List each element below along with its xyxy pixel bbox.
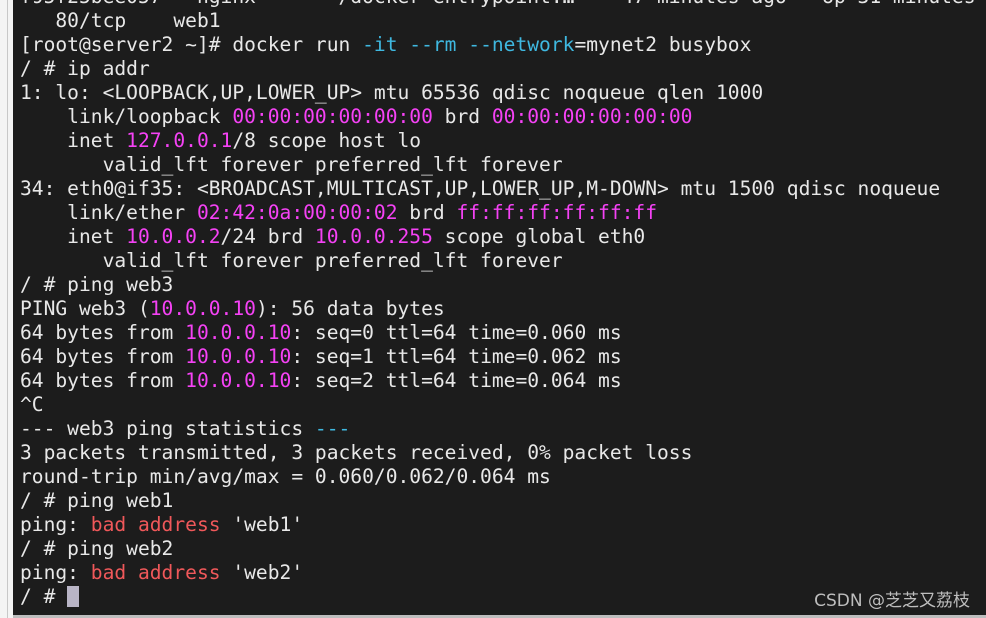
terminal-line: 80/tcp web1: [20, 9, 976, 33]
terminal-text-segment: inet: [20, 129, 127, 152]
terminal-text-segment: link/loopback: [20, 105, 233, 128]
terminal-line: / # ip addr: [20, 57, 976, 81]
terminal-text-segment: 1: lo: <LOOPBACK,UP,LOWER_UP> mtu 65536 …: [20, 81, 764, 104]
terminal-text-segment: valid_lft forever preferred_lft forever: [20, 153, 563, 176]
terminal-text-segment: --- web3 ping statistics: [20, 417, 315, 440]
terminal-line: PING web3 (10.0.0.10): 56 data bytes: [20, 297, 976, 321]
terminal-line: valid_lft forever preferred_lft forever: [20, 153, 976, 177]
terminal-line: ping: bad address 'web2': [20, 561, 976, 585]
terminal-text-segment: : seq=0 ttl=64 time=0.060 ms: [291, 321, 622, 344]
terminal-text-segment: 02:42:0a:00:00:02: [196, 201, 398, 224]
terminal-text-segment: PING web3 (: [20, 297, 150, 320]
terminal-line: 64 bytes from 10.0.0.10: seq=0 ttl=64 ti…: [20, 321, 976, 345]
terminal-text-segment: ^C: [20, 393, 44, 416]
terminal-line: ping: bad address 'web1': [20, 513, 976, 537]
terminal-line: inet 127.0.0.1/8 scope host lo: [20, 129, 976, 153]
terminal-text-segment: 10.0.0.2: [126, 225, 221, 248]
terminal-text-segment: valid_lft forever preferred_lft forever: [20, 249, 563, 272]
terminal-text-segment: --rm: [409, 33, 457, 56]
terminal-text-segment: 3 packets transmitted, 3 packets receive…: [20, 441, 693, 464]
terminal-text-segment: link/ether: [20, 201, 197, 224]
terminal-line: valid_lft forever preferred_lft forever: [20, 249, 976, 273]
terminal-text-segment: brd: [432, 105, 492, 128]
terminal-text-segment: --network: [468, 33, 575, 56]
terminal-line: [root@server2 ~]# docker run -it --rm --…: [20, 33, 976, 57]
terminal-text-segment: ff:ff:ff:ff:ff:ff: [456, 201, 658, 224]
terminal-text-segment: 10.0.0.10: [185, 345, 292, 368]
terminal-text-segment: 10.0.0.10: [149, 297, 256, 320]
terminal-text-segment: inet: [20, 225, 127, 248]
terminal-text-segment: ping:: [20, 513, 91, 536]
terminal-line: 64 bytes from 10.0.0.10: seq=2 ttl=64 ti…: [20, 369, 976, 393]
terminal-line: link/ether 02:42:0a:00:00:02 brd ff:ff:f…: [20, 201, 976, 225]
terminal-line: 34: eth0@if35: <BROADCAST,MULTICAST,UP,L…: [20, 177, 976, 201]
terminal-text-segment: / # ping web2: [20, 537, 174, 560]
terminal-text-segment: / #: [20, 585, 68, 608]
terminal-line: / # ping web3: [20, 273, 976, 297]
terminal-text-segment: 64 bytes from: [20, 369, 186, 392]
terminal-cursor: [67, 586, 80, 607]
terminal-text-segment: scope global eth0: [432, 225, 646, 248]
terminal-text-segment: brd: [397, 201, 457, 224]
terminal-text-segment: 34: eth0@if35: <BROADCAST,MULTICAST,UP,L…: [20, 177, 941, 200]
terminal-text-segment: 10.0.0.10: [185, 369, 292, 392]
terminal-text-segment: bad address: [90, 513, 221, 536]
terminal-text-segment: 64 bytes from: [20, 345, 186, 368]
terminal-text-segment: / # ip addr: [20, 57, 150, 80]
terminal-line: 1: lo: <LOOPBACK,UP,LOWER_UP> mtu 65536 …: [20, 81, 976, 105]
watermark: CSDN @芝芝又荔枝: [814, 591, 970, 611]
terminal-text-segment: / # ping web3: [20, 273, 174, 296]
terminal-text-segment: 10.0.0.255: [314, 225, 433, 248]
terminal-text-segment: 127.0.0.1: [126, 129, 233, 152]
terminal-line: 3 packets transmitted, 3 packets receive…: [20, 441, 976, 465]
terminal-line: ^C: [20, 393, 976, 417]
terminal-text-segment: 'web1': [220, 513, 304, 536]
terminal-line: / # ping web1: [20, 489, 976, 513]
terminal-text-segment: 80/tcp web1: [20, 9, 221, 32]
terminal-text-segment: 00:00:00:00:00:00: [491, 105, 693, 128]
terminal-text-segment: 00:00:00:00:00:00: [232, 105, 433, 128]
terminal-text-segment: /24 brd: [220, 225, 315, 248]
terminal-text-segment: f95f25bee057 nginx "/docker-entrypoint.……: [20, 0, 976, 8]
terminal-line: inet 10.0.0.2/24 brd 10.0.0.255 scope gl…: [20, 225, 976, 249]
terminal-text-segment: round-trip min/avg/max = 0.060/0.062/0.0…: [20, 465, 551, 488]
terminal-text-segment: /8 scope host lo: [232, 129, 422, 152]
terminal-text-segment: =mynet2 busybox: [574, 33, 752, 56]
terminal-line: round-trip min/avg/max = 0.060/0.062/0.0…: [20, 465, 976, 489]
terminal-line: / # ping web2: [20, 537, 976, 561]
terminal-line: link/loopback 00:00:00:00:00:00 brd 00:0…: [20, 105, 976, 129]
terminal-text-segment: : seq=1 ttl=64 time=0.062 ms: [291, 345, 622, 368]
terminal-text-segment: -it: [362, 33, 398, 56]
terminal-text-segment: bad address: [90, 561, 221, 584]
terminal-text-segment: [root@server2 ~]# docker run: [20, 33, 363, 56]
terminal-text-segment: : seq=2 ttl=64 time=0.064 ms: [291, 369, 622, 392]
terminal-window[interactable]: f95f25bee057 nginx "/docker-entrypoint.……: [13, 0, 986, 615]
terminal-text-segment: ---: [314, 417, 351, 440]
terminal-text-segment: 'web2': [220, 561, 304, 584]
terminal-output: f95f25bee057 nginx "/docker-entrypoint.……: [20, 0, 976, 609]
terminal-text-segment: ping:: [20, 561, 91, 584]
terminal-line: f95f25bee057 nginx "/docker-entrypoint.……: [20, 0, 976, 9]
window-border: [7, 0, 8, 618]
terminal-line: --- web3 ping statistics ---: [20, 417, 976, 441]
terminal-text-segment: ): 56 data bytes: [255, 297, 445, 320]
terminal-text-segment: 10.0.0.10: [185, 321, 292, 344]
terminal-text-segment: 64 bytes from: [20, 321, 186, 344]
terminal-line: 64 bytes from 10.0.0.10: seq=1 ttl=64 ti…: [20, 345, 976, 369]
terminal-text-segment: / # ping web1: [20, 489, 174, 512]
